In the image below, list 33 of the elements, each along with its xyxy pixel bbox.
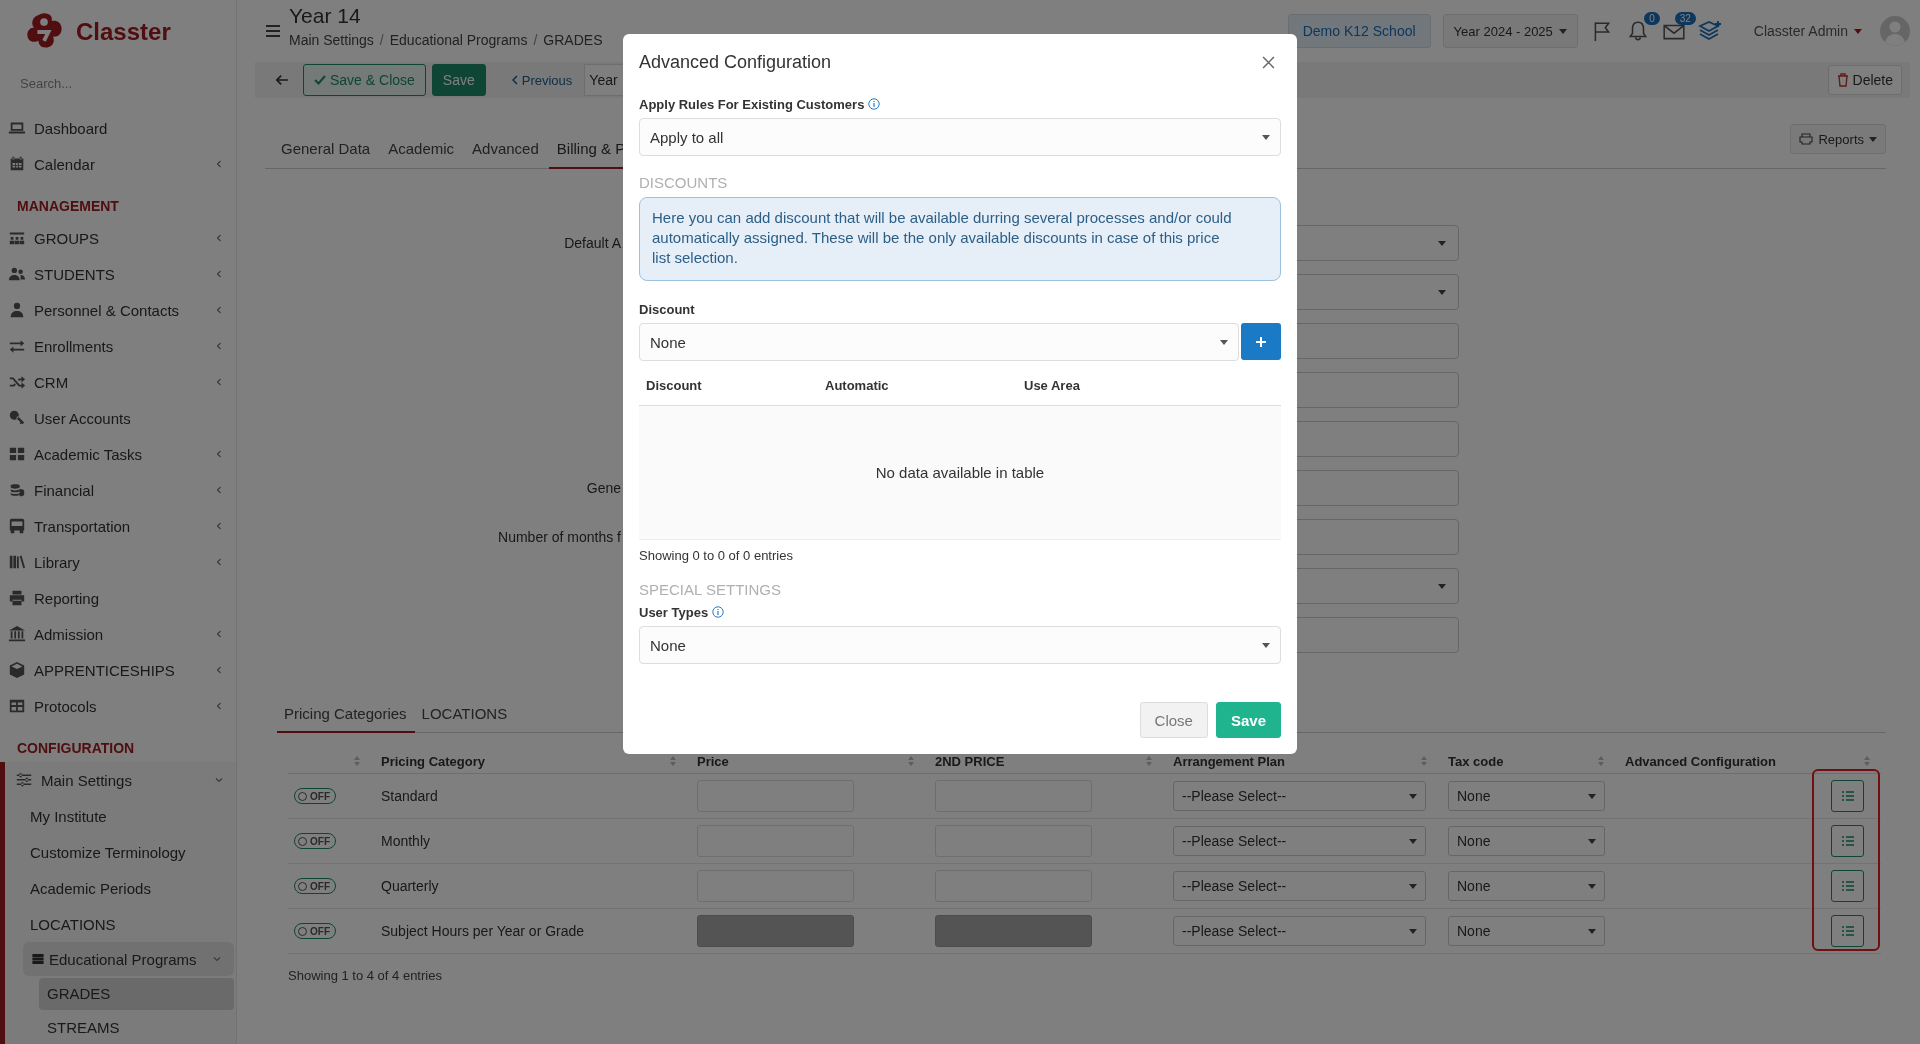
- column-header: Advanced Configuration: [1625, 753, 1777, 769]
- logo-text: Classter: [76, 17, 171, 46]
- column-header: Price: [697, 753, 730, 769]
- column-header: Pricing Category: [381, 753, 487, 769]
- field-label: Default A: [564, 235, 621, 251]
- column-header: Arrangement Plan: [1173, 753, 1286, 769]
- section-heading: SPECIAL SETTINGS: [639, 581, 782, 598]
- empty-message: No data available in table: [875, 464, 1045, 481]
- breadcrumb-separator: /: [379, 32, 384, 48]
- table-info: Showing 1 to 4 of 4 entries: [288, 968, 443, 983]
- column-header: 2ND PRICE: [935, 753, 1006, 769]
- breadcrumb-separator: /: [533, 32, 538, 48]
- field-label: Discount: [639, 301, 695, 317]
- section-heading: DISCOUNTS: [639, 174, 729, 191]
- table-cell: Monthly: [381, 833, 431, 849]
- column-header: Discount: [645, 377, 703, 393]
- column-header: Use Area: [1023, 377, 1080, 393]
- field-label: Number of months f: [498, 529, 621, 545]
- column-header: Automatic: [824, 377, 890, 393]
- page-title: Year 14: [289, 4, 362, 28]
- notification-badge: 0: [1644, 12, 1660, 25]
- table-info: Showing 0 to 0 of 0 entries: [639, 548, 794, 563]
- field-label: Apply Rules For Existing Customers: [639, 96, 865, 112]
- message-badge: 32: [1674, 12, 1696, 25]
- section-heading: CONFIGURATION: [16, 739, 136, 759]
- table-cell: Standard: [381, 788, 438, 804]
- info-alert: Here you can add discount that will be available durring several processes and/or could automatically assigned. These will be the only available discounts in case of this price list selection.: [639, 197, 1281, 281]
- column-header: Tax code: [1448, 753, 1505, 769]
- table-cell: Subject Hours per Year or Grade: [381, 923, 585, 939]
- section-heading: MANAGEMENT: [16, 197, 120, 217]
- field-label: Gene: [586, 480, 621, 496]
- table-cell: Quarterly: [381, 878, 439, 894]
- field-label: User Types: [639, 604, 709, 620]
